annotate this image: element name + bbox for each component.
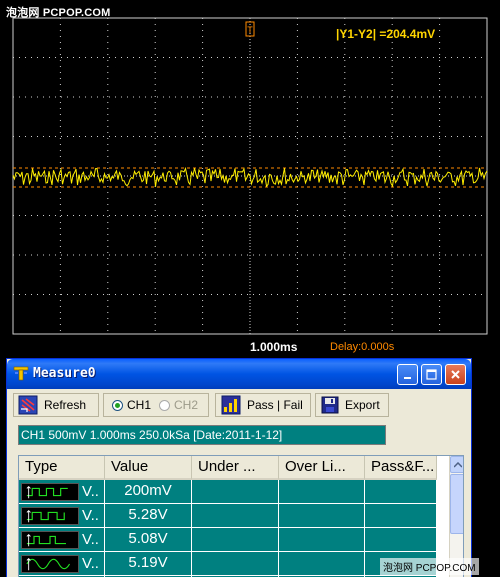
type-abbr: V.. bbox=[82, 554, 99, 572]
cell-under-limit bbox=[192, 528, 279, 552]
pulse-high-icon bbox=[21, 482, 79, 501]
measure-window: Measure0 Refresh CH1 CH2 Pass | Fail Exp… bbox=[6, 358, 472, 577]
minimize-icon bbox=[403, 376, 411, 379]
cell-type: V.. bbox=[19, 480, 105, 504]
type-abbr: V.. bbox=[82, 506, 99, 524]
table-row[interactable]: V.. 5.08V bbox=[19, 528, 437, 552]
cell-value: 5.08V bbox=[105, 528, 192, 552]
cell-value: 200mV bbox=[105, 480, 192, 504]
cell-pass-fail bbox=[365, 528, 437, 552]
cell-type: V.. bbox=[19, 552, 105, 576]
table-body: V.. 200mV V.. 5.28V V.. 5.08V V.. 5.19V bbox=[19, 480, 437, 577]
cell-value: 5.19V bbox=[105, 552, 192, 576]
cell-over-limit bbox=[279, 504, 365, 528]
delay-readout: Delay:0.000s bbox=[330, 341, 395, 353]
timebase-readout: 1.000ms bbox=[250, 340, 298, 354]
table-row[interactable]: V.. 5.28V bbox=[19, 504, 437, 528]
cell-over-limit bbox=[279, 480, 365, 504]
watermark: 泡泡网 PCPOP.COM bbox=[6, 7, 111, 19]
ch1-radio[interactable] bbox=[112, 399, 123, 411]
maximize-button[interactable] bbox=[421, 364, 442, 385]
oscilloscope-display: T 泡泡网 PCPOP.COM |Y1-Y2| =204.4mV 1.000ms… bbox=[0, 0, 500, 360]
cell-type: V.. bbox=[19, 528, 105, 552]
export-icon bbox=[321, 396, 339, 414]
window-title: Measure0 bbox=[33, 366, 96, 381]
window-titlebar[interactable]: Measure0 bbox=[7, 359, 471, 389]
scroll-up-button[interactable] bbox=[450, 456, 463, 473]
pass-fail-button[interactable]: Pass | Fail bbox=[215, 393, 311, 417]
cell-over-limit bbox=[279, 552, 365, 576]
cursor-readout: |Y1-Y2| =204.4mV bbox=[336, 27, 436, 41]
sine-avg-icon bbox=[21, 554, 79, 573]
ch1-label: CH1 bbox=[127, 398, 152, 412]
close-button[interactable] bbox=[445, 364, 466, 385]
scope-grid: T bbox=[12, 17, 488, 335]
maximize-icon bbox=[426, 369, 437, 380]
refresh-button[interactable]: Refresh bbox=[13, 393, 99, 417]
ch2-radio[interactable] bbox=[159, 399, 171, 411]
cell-under-limit bbox=[192, 480, 279, 504]
trigger-marker-label: T bbox=[247, 25, 253, 35]
toolbar: Refresh CH1 CH2 Pass | Fail Export bbox=[13, 393, 463, 419]
cell-value: 5.28V bbox=[105, 504, 192, 528]
column-header-pass-fail[interactable]: Pass&F... bbox=[365, 456, 437, 480]
cell-pass-fail bbox=[365, 504, 437, 528]
export-button[interactable]: Export bbox=[315, 393, 389, 417]
refresh-label: Refresh bbox=[44, 398, 87, 412]
column-header-value[interactable]: Value bbox=[105, 456, 192, 480]
watermark: 泡泡网 PCPOP.COM bbox=[380, 558, 479, 575]
refresh-icon bbox=[18, 395, 38, 415]
type-abbr: V.. bbox=[82, 530, 99, 548]
type-abbr: V.. bbox=[82, 482, 99, 500]
scroll-thumb[interactable] bbox=[450, 474, 463, 534]
minimize-button[interactable] bbox=[397, 364, 418, 385]
chevron-up-icon bbox=[454, 461, 462, 468]
measure-app-icon bbox=[13, 366, 29, 381]
table-row[interactable]: V.. 200mV bbox=[19, 480, 437, 504]
pulse-top-icon bbox=[21, 506, 79, 525]
cell-under-limit bbox=[192, 552, 279, 576]
pass-fail-label: Pass | Fail bbox=[247, 398, 303, 412]
cell-pass-fail bbox=[365, 480, 437, 504]
column-header-under[interactable]: Under ... bbox=[192, 456, 279, 480]
channel-info-bar: CH1 500mV 1.000ms 250.0kSa [Date:2011-1-… bbox=[18, 425, 386, 445]
column-header-type[interactable]: Type bbox=[19, 456, 105, 480]
channel-selector: CH1 CH2 bbox=[103, 393, 209, 417]
ch2-label: CH2 bbox=[174, 398, 199, 412]
cell-over-limit bbox=[279, 528, 365, 552]
close-icon bbox=[451, 370, 460, 379]
cell-under-limit bbox=[192, 504, 279, 528]
table-header: Type Value Under ... Over Li... Pass&F..… bbox=[19, 456, 437, 480]
pass-fail-icon bbox=[221, 395, 241, 415]
cell-type: V.. bbox=[19, 504, 105, 528]
column-header-over[interactable]: Over Li... bbox=[279, 456, 365, 480]
pulse-base-icon bbox=[21, 530, 79, 549]
export-label: Export bbox=[345, 398, 380, 412]
table-row[interactable]: V.. 5.19V bbox=[19, 552, 437, 576]
